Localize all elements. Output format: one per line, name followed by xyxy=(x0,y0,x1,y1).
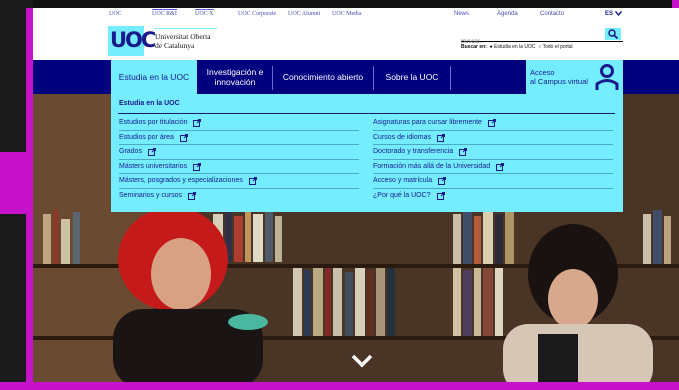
menu-item-label: Estudios por titulación xyxy=(119,119,188,127)
brand-line-2: de Catalunya xyxy=(155,41,195,50)
top-link-contacto[interactable]: Contacto xyxy=(540,11,564,17)
menu-item-label: Formación más allá de la Universidad xyxy=(373,162,491,170)
nav-divider xyxy=(272,66,273,90)
search-box xyxy=(461,28,623,48)
top-link-uoc-x[interactable]: UOC X xyxy=(195,9,214,17)
search-scope: Buscar en: ● Estudia en la UOC ○ Todo el… xyxy=(461,44,573,50)
menu-item-estudios-area[interactable]: Estudios por área xyxy=(119,131,359,145)
search-icon xyxy=(608,29,618,39)
menu-item-estudios-titulacion[interactable]: Estudios por titulación xyxy=(119,116,359,131)
external-link-icon xyxy=(459,148,468,157)
menu-item-label: Acceso y matrícula xyxy=(373,177,433,185)
scope-option-estudia[interactable]: Estudia en la UOC xyxy=(494,44,535,50)
top-link-uoc[interactable]: UOC xyxy=(109,11,122,17)
menu-item-por-que-uoc[interactable]: ¿Por qué la UOC? xyxy=(373,189,613,204)
brand-accent-line xyxy=(155,28,217,29)
top-links-bar: UOC UOC R&I UOC X UOC Corporate UOC Alum… xyxy=(33,8,679,22)
mega-menu-estudia: Estudia en la UOC Estudios por titulació… xyxy=(111,94,623,212)
external-link-icon xyxy=(179,133,188,142)
chevron-down-icon xyxy=(614,11,622,17)
menu-item-seminarios[interactable]: Seminarios y cursos xyxy=(119,189,359,204)
user-icon xyxy=(595,64,619,90)
scope-option-todo[interactable]: Todo el portal xyxy=(543,44,573,50)
menu-item-grados[interactable]: Grados xyxy=(119,145,359,160)
top-link-agenda[interactable]: Agenda xyxy=(497,11,518,17)
external-link-icon xyxy=(193,119,202,128)
external-link-icon xyxy=(147,148,156,157)
menu-item-asignaturas[interactable]: Asignaturas para cursar libremente xyxy=(373,116,613,131)
uoc-page: UOC UOC R&I UOC X UOC Corporate UOC Alum… xyxy=(33,8,679,382)
menu-item-idiomas[interactable]: Cursos de idiomas xyxy=(373,131,613,145)
menu-item-label: Estudios por área xyxy=(119,133,174,141)
menu-item-label: Másters universitarios xyxy=(119,162,188,170)
mega-menu-left-column: Estudios por titulación Estudios por áre… xyxy=(119,116,359,203)
menu-item-acceso-matricula[interactable]: Acceso y matrícula xyxy=(373,174,613,189)
menu-item-masters-posgrados[interactable]: Másters, posgrados y especializaciones xyxy=(119,174,359,189)
external-link-icon xyxy=(248,177,257,186)
external-link-icon xyxy=(188,192,197,201)
campus-virtual-button[interactable]: Acceso al Campus virtual xyxy=(526,60,623,94)
brand-line-1: Universitat Oberta xyxy=(155,32,211,41)
top-link-uoc-corporate[interactable]: UOC Corporate xyxy=(238,11,276,17)
top-link-uoc-ri[interactable]: UOC R&I xyxy=(152,9,177,17)
menu-item-label: Asignaturas para cursar libremente xyxy=(373,119,482,127)
external-link-icon xyxy=(436,133,445,142)
nav-estudia[interactable]: Estudia en la UOC xyxy=(111,60,197,94)
nav-divider xyxy=(373,66,374,90)
menu-item-label: Másters, posgrados y especializaciones xyxy=(119,177,243,185)
scope-label: Buscar en: xyxy=(461,44,487,50)
external-link-icon xyxy=(193,162,202,171)
scope-radio-empty-icon[interactable]: ○ xyxy=(538,44,541,50)
menu-item-label: Grados xyxy=(119,148,142,156)
menu-item-masters-universitarios[interactable]: Másters universitarios xyxy=(119,160,359,174)
language-selector[interactable]: ES xyxy=(605,11,622,17)
search-button[interactable] xyxy=(605,28,621,40)
menu-item-formacion[interactable]: Formación más allá de la Universidad xyxy=(373,160,613,174)
menu-item-label: Doctorado y transferencia xyxy=(373,148,454,156)
logo-text: UOC xyxy=(110,28,156,52)
menu-item-label: ¿Por qué la UOC? xyxy=(373,192,431,200)
frame-left-edge xyxy=(26,8,33,382)
scroll-down-chevron-icon[interactable] xyxy=(351,354,373,368)
nav-sobre[interactable]: Sobre la UOC xyxy=(376,60,448,94)
uoc-logo[interactable]: UOC xyxy=(108,26,156,56)
mega-menu-right-column: Asignaturas para cursar libremente Curso… xyxy=(373,116,613,203)
external-link-icon xyxy=(487,119,496,128)
top-link-uoc-alumni[interactable]: UOC Alumni xyxy=(288,11,320,17)
external-link-icon xyxy=(438,177,447,186)
frame-bottom xyxy=(0,382,679,390)
scope-radio-selected-icon[interactable]: ● xyxy=(490,44,493,50)
menu-item-label: Seminarios y cursos xyxy=(119,192,183,200)
top-link-news[interactable]: News xyxy=(454,11,469,17)
top-link-uoc-media[interactable]: UOC Media xyxy=(332,11,362,17)
nav-conocimiento[interactable]: Conocimiento abierto xyxy=(275,60,371,94)
external-link-icon xyxy=(436,192,445,201)
menu-item-doctorado[interactable]: Doctorado y transferencia xyxy=(373,145,613,160)
language-code: ES xyxy=(605,11,614,18)
mega-menu-title: Estudia en la UOC xyxy=(119,100,180,107)
menu-item-label: Cursos de idiomas xyxy=(373,133,431,141)
nav-divider xyxy=(450,66,451,90)
mega-menu-divider xyxy=(118,113,615,114)
brand-name: Universitat Oberta de Catalunya xyxy=(155,32,211,50)
nav-investigacion[interactable]: Investigación e innovación xyxy=(200,60,270,94)
frame-top-bar xyxy=(0,0,679,8)
external-link-icon xyxy=(496,162,505,171)
